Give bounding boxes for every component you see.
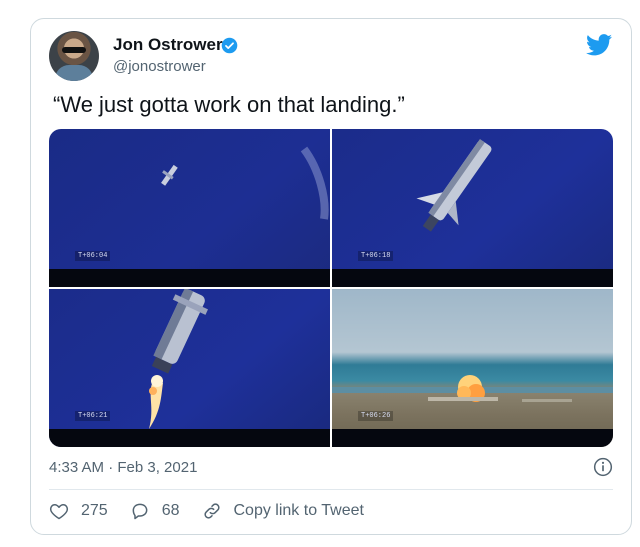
twitter-bird-icon[interactable]: [586, 34, 612, 56]
tweet-text: “We just gotta work on that landing.”: [53, 92, 405, 117]
timestamp-label: T+06:21: [75, 411, 111, 421]
media-grid[interactable]: T+06:04 T+06:18 T+06:21 T+06:26: [49, 129, 613, 447]
landing-site-image: [332, 375, 613, 402]
video-bar: [49, 269, 330, 287]
avatar[interactable]: [49, 31, 99, 81]
video-bar: [332, 429, 613, 447]
timestamp-label: T+06:04: [75, 251, 111, 261]
rocket-image: [416, 139, 492, 232]
like-count: 275: [81, 502, 108, 519]
heart-icon: [49, 504, 69, 520]
media-frame-1[interactable]: T+06:04: [49, 129, 330, 287]
action-bar: 275 68 Copy link to Tweet: [49, 500, 386, 522]
reply-button[interactable]: 68: [130, 501, 180, 521]
info-icon[interactable]: [593, 457, 613, 477]
rocket-image: [149, 289, 208, 429]
author-handle[interactable]: @jonostrower: [113, 58, 206, 75]
media-frame-2[interactable]: T+06:18: [332, 129, 613, 287]
rocket-image: [161, 146, 329, 220]
verified-badge-icon: [221, 37, 238, 54]
divider: [49, 489, 613, 490]
reply-icon: [132, 503, 148, 520]
like-button[interactable]: 275: [49, 501, 108, 521]
reply-count: 68: [161, 502, 180, 519]
tweet-card[interactable]: Jon Ostrower @jonostrower “We just gotta…: [30, 18, 632, 535]
video-bar: [332, 269, 613, 287]
author-name[interactable]: Jon Ostrower: [113, 35, 223, 55]
timestamp-label: T+06:26: [358, 411, 394, 421]
timestamp-label: T+06:18: [358, 251, 394, 261]
copy-link-button[interactable]: Copy link to Tweet: [202, 501, 364, 521]
copy-link-label: Copy link to Tweet: [233, 502, 364, 519]
video-bar: [49, 429, 330, 447]
media-frame-3[interactable]: T+06:21: [49, 289, 330, 447]
media-frame-4[interactable]: T+06:26: [332, 289, 613, 447]
link-icon: [203, 503, 220, 519]
timestamp[interactable]: 4:33 AM · Feb 3, 2021: [49, 459, 197, 476]
